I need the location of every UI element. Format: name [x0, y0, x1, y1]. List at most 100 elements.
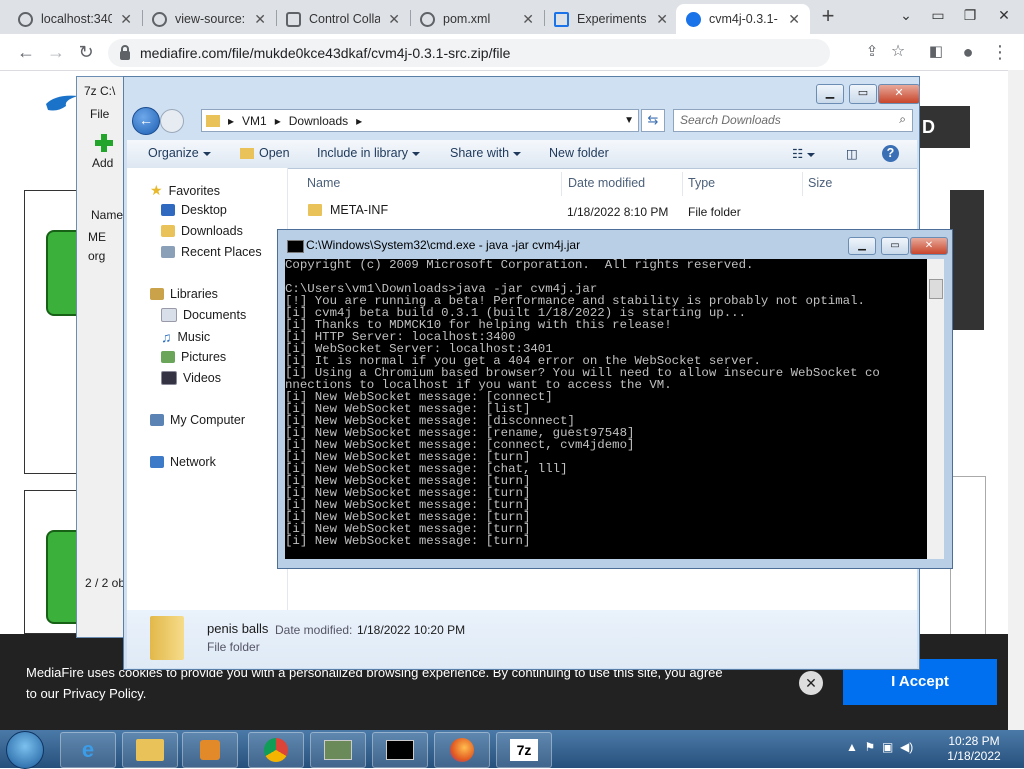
tab-cvm4j-active[interactable]: cvm4j-0.3.1- ✕ [676, 4, 810, 34]
console-output[interactable]: Copyright (c) 2009 Microsoft Corporation… [285, 259, 927, 559]
new-tab-button[interactable]: + [815, 4, 841, 30]
computer-icon [150, 414, 164, 426]
side-panel [950, 476, 986, 638]
nav-recent-places[interactable]: Recent Places [161, 245, 262, 259]
close-icon[interactable]: ✕ [656, 11, 668, 28]
new-folder-button[interactable]: New folder [549, 146, 609, 160]
scroll-thumb[interactable] [929, 279, 943, 299]
document-icon [161, 308, 177, 322]
nav-music[interactable]: ♫ Music [161, 329, 210, 345]
tab-control-colla[interactable]: Control Colla ✕ [276, 4, 410, 34]
globe-icon [420, 11, 435, 27]
help-icon[interactable]: ? [882, 145, 899, 162]
explorer-address-bar[interactable]: ▸ VM1 ▸ Downloads ▸ ▼ [201, 109, 639, 132]
breadcrumb-downloads[interactable]: Downloads [289, 114, 348, 128]
menu-file[interactable]: File [90, 107, 109, 121]
preview-pane-icon[interactable]: ◫ [846, 146, 858, 161]
search-placeholder: Search Downloads [680, 113, 781, 127]
media-player-icon[interactable] [182, 732, 238, 768]
avatar[interactable]: ● [956, 40, 980, 64]
maximize-icon[interactable]: ▭ [849, 84, 877, 104]
column-date-modified[interactable]: Date modified [568, 176, 645, 190]
nav-videos[interactable]: Videos [161, 371, 221, 385]
chrome-icon[interactable] [248, 732, 304, 768]
close-icon[interactable]: ✕ [254, 11, 266, 28]
maximize-icon[interactable]: ▭ [881, 237, 909, 255]
console-icon [287, 240, 304, 253]
nav-documents[interactable]: Documents [161, 308, 246, 322]
restore-icon[interactable]: ❐ [954, 0, 986, 30]
minimize-icon[interactable]: ▭ [922, 0, 954, 30]
close-icon[interactable]: ✕ [910, 237, 948, 255]
column-type[interactable]: Type [688, 176, 715, 190]
close-icon[interactable]: ✕ [388, 11, 400, 28]
reload-icon[interactable]: ↻ [74, 40, 98, 64]
search-input[interactable]: Search Downloads ⌕ [673, 109, 913, 132]
chevron-right-icon[interactable]: ▸ [275, 114, 281, 128]
nav-favorites[interactable]: ★ Favorites [150, 182, 220, 199]
tab-experiments[interactable]: Experiments ✕ [544, 4, 678, 34]
nav-network[interactable]: Network [150, 455, 216, 469]
console-scrollbar[interactable] [927, 259, 944, 559]
view-options-icon[interactable]: ☷ [792, 146, 816, 161]
tab-localhost[interactable]: localhost:340 ✕ [8, 4, 142, 34]
firefox-icon[interactable] [434, 732, 490, 768]
forward-arrow-icon[interactable]: → [44, 40, 68, 64]
clock[interactable]: 10:28 PM 1/18/2022 [940, 734, 1008, 764]
organize-button[interactable]: Organize [148, 146, 211, 160]
add-button[interactable]: Add [92, 156, 113, 170]
tab-label: Experiments [577, 12, 647, 26]
address-bar[interactable]: mediafire.com/file/mukde0kce43dkaf/cvm4j… [108, 39, 830, 67]
list-item[interactable]: org [88, 249, 105, 263]
share-with-button[interactable]: Share with [450, 146, 522, 160]
tab-view-source[interactable]: view-source: ✕ [142, 4, 276, 34]
minimize-icon[interactable]: ▁ [816, 84, 844, 104]
close-icon[interactable]: ✕ [788, 11, 800, 28]
breadcrumb-vm1[interactable]: VM1 [242, 114, 267, 128]
explorer-icon[interactable] [122, 732, 178, 768]
list-item[interactable]: ME [88, 230, 106, 244]
file-row[interactable]: META-INF [308, 203, 388, 217]
start-button[interactable] [6, 731, 44, 769]
close-icon[interactable]: ✕ [522, 11, 534, 28]
back-arrow-icon[interactable]: ← [14, 40, 38, 64]
tab-pom-xml[interactable]: pom.xml ✕ [410, 4, 544, 34]
star-icon[interactable]: ☆ [886, 40, 910, 64]
close-icon[interactable]: ✕ [988, 0, 1020, 30]
ie-icon[interactable]: e [60, 732, 116, 768]
chevron-right-icon[interactable]: ▸ [356, 114, 362, 128]
tab-label: pom.xml [443, 12, 491, 26]
chevron-down-icon[interactable]: ▼ [624, 115, 634, 126]
include-in-library-button[interactable]: Include in library [317, 146, 421, 160]
download-button[interactable]: D [912, 106, 970, 148]
column-header[interactable]: Name [91, 208, 123, 222]
nav-desktop[interactable]: Desktop [161, 203, 227, 217]
menu-kebab-icon[interactable]: ⋮ [988, 40, 1012, 64]
forward-arrow-icon[interactable] [160, 109, 184, 133]
nav-libraries[interactable]: Libraries [150, 287, 218, 301]
plus-icon [95, 134, 113, 152]
share-icon[interactable]: ⇪ [860, 40, 884, 64]
column-name[interactable]: Name [307, 176, 340, 190]
collab-icon [286, 11, 301, 27]
date-modified-value: 1/18/2022 10:20 PM [357, 623, 466, 637]
close-icon[interactable]: ✕ [120, 11, 132, 28]
nav-my-computer[interactable]: My Computer [150, 413, 245, 427]
page-scrollbar[interactable] [1008, 70, 1024, 730]
nav-downloads[interactable]: Downloads [161, 224, 243, 238]
nav-pictures[interactable]: Pictures [161, 350, 226, 364]
close-icon[interactable]: ✕ [799, 671, 823, 695]
sidebar-icon[interactable]: ◧ [924, 40, 948, 64]
column-size[interactable]: Size [808, 176, 832, 190]
close-icon[interactable]: ✕ [878, 84, 920, 104]
vm-icon[interactable] [310, 732, 366, 768]
7zip-icon[interactable]: 7z [496, 732, 552, 768]
chevron-right-icon[interactable]: ▸ [228, 114, 234, 128]
open-button[interactable]: Open [240, 146, 290, 160]
cmd-icon[interactable] [372, 732, 428, 768]
back-arrow-icon[interactable]: ← [132, 107, 160, 135]
tray-icons[interactable]: ▲ ⚑ ▣ ◀) [846, 740, 913, 754]
minimize-icon[interactable]: ▁ [848, 237, 876, 255]
chevron-down-icon[interactable]: ⌄ [890, 0, 922, 30]
refresh-icon[interactable]: ⇆ [641, 109, 665, 132]
